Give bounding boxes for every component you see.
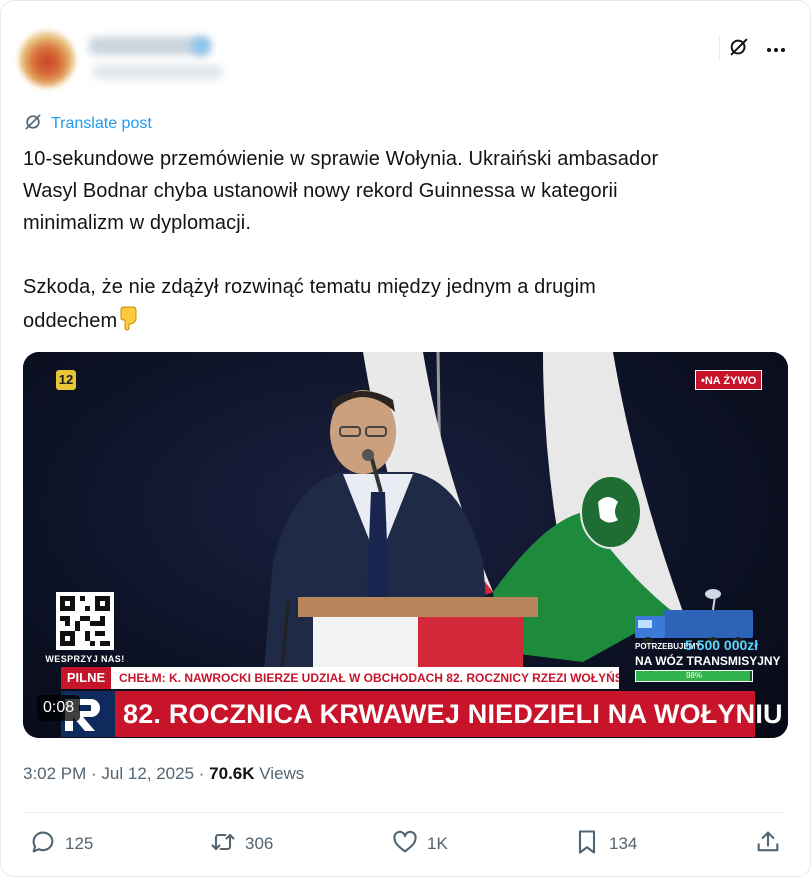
avatar[interactable] (19, 31, 75, 87)
repost-count: 306 (245, 834, 274, 853)
news-headline: 82. ROCZNICA KRWAWEJ NIEDZIELI NA WOŁYNI… (115, 691, 783, 737)
translate-label[interactable]: Translate post (51, 115, 152, 133)
grok-icon (728, 36, 750, 63)
post-date[interactable]: Jul 12, 2025 (101, 764, 194, 783)
meta-separator: · (194, 764, 210, 783)
live-badge: •NA ŻYWO (695, 370, 763, 390)
news-subline: CHEŁM: K. NAWROCKI BIERZE UDZIAŁ W OBCHO… (111, 667, 619, 689)
qr-code-icon (56, 592, 114, 650)
post-time[interactable]: 3:02 PM (23, 764, 86, 783)
post-text-line: Szkoda, że nie zdążył rozwinąć tematu mi… (23, 276, 596, 298)
divider (23, 812, 788, 813)
video-timestamp: 0:08 (37, 695, 81, 721)
reply-count: 125 (65, 834, 94, 853)
views-count[interactable]: 70.6K (209, 764, 254, 783)
grok-button[interactable] (719, 35, 755, 63)
channel-badge: 12 (56, 370, 76, 390)
repost-button[interactable]: 306 (209, 829, 273, 859)
fundraiser-amount: 5 500 000zł (685, 637, 759, 653)
bookmark-icon (573, 828, 601, 861)
fundraiser-progress-label: 98% (685, 671, 702, 680)
bookmark-count: 134 (609, 834, 638, 853)
pointing-down-emoji-icon (117, 303, 141, 341)
more-horizontal-icon (766, 40, 786, 58)
like-button[interactable]: 1K (391, 829, 448, 859)
video-player[interactable]: 12 •NA ŻYWO WESPRZYJ NAS! POTRZEBUJEMY 5… (23, 352, 788, 738)
reply-button[interactable]: 125 (29, 829, 93, 859)
meta-separator: · (86, 764, 102, 783)
post-card: Translate post 10-sekundowe przemówienie… (0, 0, 811, 877)
translate-post-link[interactable]: Translate post (23, 113, 152, 135)
post-text-line: Wasyl Bodnar chyba ustanowił nowy rekord… (23, 180, 618, 202)
share-icon (754, 828, 782, 861)
translate-icon (23, 112, 43, 137)
bookmark-button[interactable]: 134 (573, 829, 637, 859)
views-label: Views (254, 764, 305, 783)
post-text-fragment: oddechem (23, 310, 118, 332)
repost-icon (209, 828, 237, 861)
post-text-line: 10-sekundowe przemówienie w sprawie Woły… (23, 148, 659, 170)
fundraiser-widget: POTRZEBUJEMY 5 500 000zł NA WÓZ TRANSMIS… (635, 604, 781, 682)
post-text-line: minimalizm w dyplomacji. (23, 212, 251, 234)
share-button[interactable] (754, 829, 782, 859)
breaking-label: PILNE (61, 667, 111, 689)
author-handle-blurred[interactable] (93, 65, 223, 79)
verified-badge-blurred (191, 37, 211, 55)
like-count: 1K (427, 834, 448, 853)
fundraiser-label: NA WÓZ TRANSMISYJNY (635, 654, 781, 668)
more-options-button[interactable] (761, 35, 791, 63)
post-text-line: oddechem (23, 303, 793, 341)
reply-icon (29, 828, 57, 861)
heart-icon (391, 828, 419, 861)
post-text: 10-sekundowe przemówienie w sprawie Woły… (23, 143, 793, 341)
qr-code-block: WESPRZYJ NAS! (45, 592, 125, 664)
qr-caption: WESPRZYJ NAS! (45, 654, 125, 664)
post-meta: 3:02 PM · Jul 12, 2025 · 70.6K Views (23, 764, 304, 784)
